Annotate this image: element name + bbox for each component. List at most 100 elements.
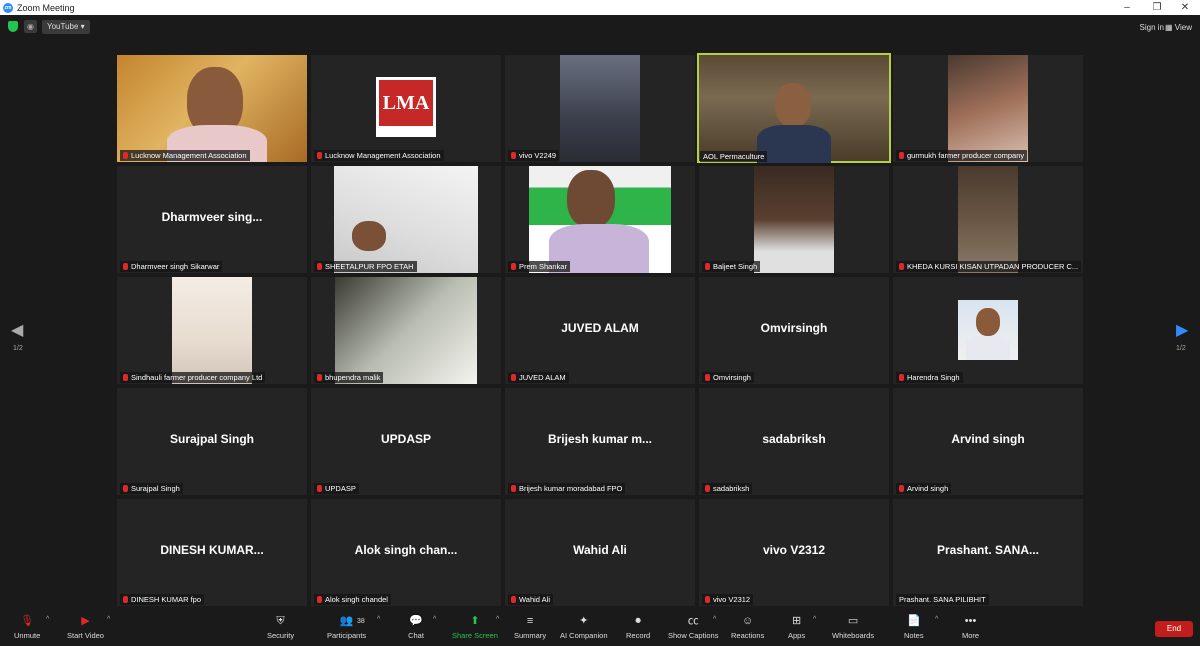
notes-icon: 📄 bbox=[906, 615, 921, 627]
chat-button[interactable]: 💬 Chat bbox=[408, 615, 424, 640]
summary-button[interactable]: ≡ Summary bbox=[514, 615, 546, 640]
more-dots-icon: ••• bbox=[964, 615, 977, 627]
view-button[interactable]: ▦ View bbox=[1165, 23, 1192, 32]
encryption-shield-icon[interactable] bbox=[8, 21, 18, 32]
previous-page-arrow-icon[interactable]: ◀ bbox=[11, 320, 23, 340]
notes-button[interactable]: 📄 Notes bbox=[904, 615, 924, 640]
muted-mic-icon bbox=[317, 374, 322, 381]
video-tile[interactable]: vivo V2249 bbox=[505, 55, 695, 162]
muted-mic-icon bbox=[317, 485, 322, 492]
participant-video bbox=[948, 55, 1028, 162]
video-tile[interactable]: UPDASP UPDASP bbox=[311, 388, 501, 495]
video-tile[interactable]: gurmukh farmer producer company bbox=[893, 55, 1083, 162]
muted-mic-icon bbox=[705, 485, 710, 492]
muted-mic-icon bbox=[705, 596, 710, 603]
whiteboards-button[interactable]: ▭ Whiteboards bbox=[832, 615, 874, 640]
end-meeting-button[interactable]: End bbox=[1155, 621, 1193, 637]
start-video-button[interactable]: ▶ Start Video bbox=[67, 615, 104, 640]
video-tile[interactable]: Prashant. SANA... Prashant. SANA PILIBHI… bbox=[893, 499, 1083, 606]
audio-options-caret-icon[interactable]: ^ bbox=[46, 616, 49, 623]
video-options-caret-icon[interactable]: ^ bbox=[107, 616, 110, 623]
participant-name-label: sadabriksh bbox=[702, 483, 753, 494]
muted-mic-icon bbox=[705, 263, 710, 270]
participant-name-label: Alok singh chandel bbox=[314, 594, 391, 605]
notes-options-caret-icon[interactable]: ^ bbox=[935, 616, 938, 623]
muted-mic-icon bbox=[511, 596, 516, 603]
video-tile[interactable]: SHEETALPUR FPO ETAH bbox=[311, 166, 501, 273]
participant-display-name: Wahid Ali bbox=[573, 543, 627, 557]
share-screen-icon: ⬆ bbox=[470, 615, 480, 627]
microphone-muted-icon: 🎙 bbox=[20, 615, 35, 627]
video-tile[interactable]: Sindhauli farmer producer company Ltd bbox=[117, 277, 307, 384]
video-tile[interactable]: LMA Lucknow Management Association bbox=[311, 55, 501, 162]
ai-companion-button[interactable]: ✦ AI Companion bbox=[560, 615, 608, 640]
muted-mic-icon bbox=[511, 485, 516, 492]
video-tile[interactable]: Alok singh chan... Alok singh chandel bbox=[311, 499, 501, 606]
participant-name-label: Omvirsingh bbox=[702, 372, 754, 383]
sign-in-link[interactable]: Sign in bbox=[1140, 23, 1164, 32]
record-icon: ⏺ bbox=[635, 615, 641, 627]
muted-mic-icon bbox=[317, 152, 322, 159]
chat-options-caret-icon[interactable]: ^ bbox=[433, 616, 436, 623]
participant-name-label: SHEETALPUR FPO ETAH bbox=[314, 261, 417, 272]
live-stream-icon[interactable]: ◉ bbox=[24, 20, 37, 33]
page-indicator-right: 1/2 bbox=[1176, 345, 1186, 352]
video-tile[interactable]: Brijesh kumar m... Brijesh kumar moradab… bbox=[505, 388, 695, 495]
participants-options-caret-icon[interactable]: ^ bbox=[377, 616, 380, 623]
show-captions-button[interactable]: ㏄ Show Captions bbox=[668, 615, 718, 640]
zoom-app-icon: zm bbox=[3, 2, 13, 13]
captions-options-caret-icon[interactable]: ^ bbox=[713, 616, 716, 623]
participant-display-name: Brijesh kumar m... bbox=[547, 432, 653, 446]
muted-mic-icon bbox=[123, 152, 128, 159]
close-icon[interactable]: ✕ bbox=[1170, 0, 1200, 15]
participant-video bbox=[117, 55, 307, 162]
more-button[interactable]: ••• More bbox=[962, 615, 979, 640]
restore-icon[interactable]: ❐ bbox=[1142, 0, 1172, 15]
next-page-arrow-icon[interactable]: ▶ bbox=[1176, 320, 1188, 340]
video-tile[interactable]: DINESH KUMAR... DINESH KUMAR fpo bbox=[117, 499, 307, 606]
active-speaker-tile[interactable]: AOL Permaculture bbox=[697, 53, 891, 163]
participant-name-label: Brijesh kumar moradabad FPO bbox=[508, 483, 626, 494]
participant-display-name: Alok singh chan... bbox=[354, 543, 458, 557]
video-tile[interactable]: Surajpal Singh Surajpal Singh bbox=[117, 388, 307, 495]
video-tile[interactable]: Lucknow Management Association bbox=[117, 55, 307, 162]
apps-button[interactable]: ⊞ Apps bbox=[788, 615, 805, 640]
participants-icon: 👥 bbox=[339, 615, 354, 627]
meeting-toolbar: 🎙 Unmute ^ ▶ Start Video ^ ⛨ Security 👥 Part… bbox=[0, 611, 1200, 646]
muted-mic-icon bbox=[317, 596, 322, 603]
video-tile[interactable]: Prem Shankar bbox=[505, 166, 695, 273]
video-tile[interactable]: Wahid Ali Wahid Ali bbox=[505, 499, 695, 606]
closed-captions-icon: ㏄ bbox=[687, 615, 699, 627]
share-options-caret-icon[interactable]: ^ bbox=[496, 616, 499, 623]
video-tile[interactable]: Dharmveer sing... Dharmveer singh Sikarw… bbox=[117, 166, 307, 273]
apps-options-caret-icon[interactable]: ^ bbox=[813, 616, 816, 623]
security-button[interactable]: ⛨ Security bbox=[267, 615, 294, 640]
participant-name-label: Sindhauli farmer producer company Ltd bbox=[120, 372, 266, 383]
share-screen-button[interactable]: ⬆ Share Screen bbox=[452, 615, 498, 640]
video-tile[interactable]: JUVED ALAM JUVED ALAM bbox=[505, 277, 695, 384]
muted-mic-icon bbox=[511, 263, 516, 270]
video-tile[interactable]: KHEDA KURSI KISAN UTPADAN PRODUCER C... bbox=[893, 166, 1083, 273]
summary-icon: ≡ bbox=[526, 615, 534, 627]
muted-mic-icon bbox=[899, 263, 904, 270]
unmute-button[interactable]: 🎙 Unmute bbox=[14, 615, 40, 640]
participant-name-label: gurmukh farmer producer company bbox=[896, 150, 1028, 161]
video-tile[interactable]: Arvind singh Arvind singh bbox=[893, 388, 1083, 495]
video-tile[interactable]: vivo V2312 vivo V2312 bbox=[699, 499, 889, 606]
video-tile[interactable]: Harendra Singh bbox=[893, 277, 1083, 384]
reactions-button[interactable]: ☺ Reactions bbox=[731, 615, 764, 640]
participant-name-label: Baljeet Singh bbox=[702, 261, 761, 272]
video-tile[interactable]: Baljeet Singh bbox=[699, 166, 889, 273]
muted-mic-icon bbox=[317, 263, 322, 270]
video-tile[interactable]: bhupendra malik bbox=[311, 277, 501, 384]
muted-mic-icon bbox=[123, 596, 128, 603]
record-button[interactable]: ⏺ Record bbox=[626, 615, 650, 640]
participant-display-name: Arvind singh bbox=[951, 432, 1025, 446]
muted-mic-icon bbox=[705, 374, 710, 381]
participant-video bbox=[529, 166, 671, 273]
participant-name-label: KHEDA KURSI KISAN UTPADAN PRODUCER C... bbox=[896, 261, 1082, 272]
youtube-stream-dropdown[interactable]: YouTube ▾ bbox=[42, 20, 90, 34]
video-tile[interactable]: sadabriksh sadabriksh bbox=[699, 388, 889, 495]
minimize-icon[interactable]: – bbox=[1112, 0, 1142, 15]
video-tile[interactable]: Omvirsingh Omvirsingh bbox=[699, 277, 889, 384]
